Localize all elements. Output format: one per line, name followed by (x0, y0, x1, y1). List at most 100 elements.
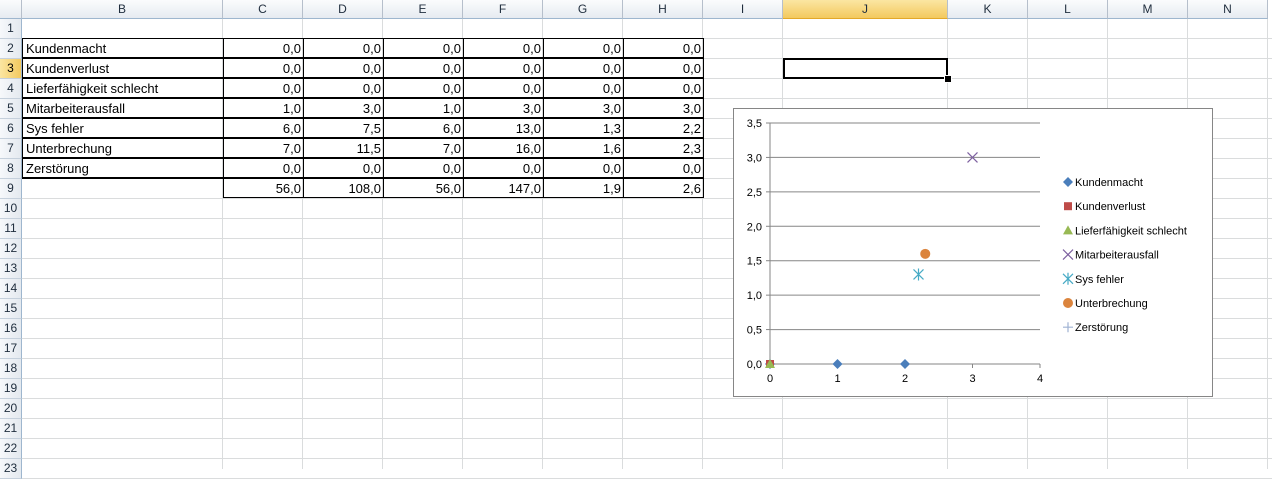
row-header-20[interactable]: 20 (0, 399, 22, 419)
value-cell[interactable]: 0,0 (223, 158, 304, 178)
value-cell[interactable]: 3,0 (303, 98, 384, 118)
row-header-8[interactable]: 8 (0, 159, 22, 179)
value-cell[interactable]: 0,0 (303, 58, 384, 78)
row-label-cell[interactable]: Mitarbeiterausfall (22, 98, 224, 118)
row-label-cell[interactable]: Kundenverlust (22, 58, 224, 78)
column-header-C[interactable]: C (223, 0, 303, 19)
row-header-5[interactable]: 5 (0, 99, 22, 119)
column-header-E[interactable]: E (383, 0, 463, 19)
value-cell[interactable]: 0,0 (543, 158, 624, 178)
row-header-18[interactable]: 18 (0, 359, 22, 379)
row-header-9[interactable]: 9 (0, 179, 22, 199)
value-cell[interactable]: 108,0 (303, 178, 384, 198)
value-cell[interactable]: 0,0 (223, 38, 304, 58)
row-header-17[interactable]: 17 (0, 339, 22, 359)
value-cell[interactable]: 7,5 (303, 118, 384, 138)
value-cell[interactable]: 0,0 (383, 58, 464, 78)
value-cell[interactable]: 0,0 (623, 158, 704, 178)
value-cell[interactable]: 0,0 (383, 38, 464, 58)
value-cell[interactable]: 3,0 (463, 98, 544, 118)
column-header-L[interactable]: L (1028, 0, 1108, 19)
row-header-22[interactable]: 22 (0, 439, 22, 459)
column-header-H[interactable]: H (623, 0, 703, 19)
value-cell[interactable]: 3,0 (623, 98, 704, 118)
value-cell[interactable]: 0,0 (463, 38, 544, 58)
value-cell[interactable]: 2,2 (623, 118, 704, 138)
row-header-14[interactable]: 14 (0, 279, 22, 299)
value-cell[interactable]: 3,0 (543, 98, 624, 118)
row-label-cell[interactable]: Lieferfähigkeit schlecht (22, 78, 224, 98)
value-cell[interactable]: 0,0 (303, 158, 384, 178)
value-cell[interactable]: 0,0 (383, 78, 464, 98)
y-tick-label: 2,0 (747, 221, 762, 233)
value-cell[interactable]: 2,6 (623, 178, 704, 198)
fill-handle[interactable] (944, 75, 952, 83)
active-cell-J3[interactable] (783, 58, 948, 79)
value-cell[interactable]: 11,5 (303, 138, 384, 158)
value-cell[interactable]: 0,0 (543, 38, 624, 58)
value-cell[interactable]: 56,0 (383, 178, 464, 198)
value-cell[interactable]: 0,0 (223, 58, 304, 78)
value-cell[interactable]: 7,0 (383, 138, 464, 158)
spreadsheet-grid[interactable]: BCDEFGHIJKLMN 1 2 3 4 5 6 7 8 9 10 11 12 13 14 15 16 17 1… (0, 0, 1272, 479)
column-header-I[interactable]: I (703, 0, 783, 19)
row-header-1[interactable]: 1 (0, 19, 22, 39)
row-label-cell[interactable] (22, 178, 224, 198)
scatter-chart[interactable]: 0,0 0,5 1,0 1,5 2,0 2,5 3,0 3,5 0 1 2 3 4 Kundenmacht… (733, 108, 1213, 397)
row-header-23[interactable]: 23 (0, 459, 22, 479)
column-header-J[interactable]: J (783, 0, 948, 19)
row-header-4[interactable]: 4 (0, 79, 22, 99)
value-cell[interactable]: 0,0 (543, 58, 624, 78)
column-header-M[interactable]: M (1108, 0, 1188, 19)
row-label-cell[interactable]: Zerstörung (22, 158, 224, 178)
value-cell[interactable]: 2,3 (623, 138, 704, 158)
row-header-21[interactable]: 21 (0, 419, 22, 439)
value-cell[interactable]: 0,0 (383, 158, 464, 178)
column-header-N[interactable]: N (1188, 0, 1268, 19)
value-cell[interactable]: 1,0 (223, 98, 304, 118)
value-cell[interactable]: 16,0 (463, 138, 544, 158)
row-header-2[interactable]: 2 (0, 39, 22, 59)
row-header-12[interactable]: 12 (0, 239, 22, 259)
data-point (900, 359, 910, 369)
row-header-7[interactable]: 7 (0, 139, 22, 159)
select-all-corner[interactable] (0, 0, 22, 19)
row-header-11[interactable]: 11 (0, 219, 22, 239)
column-header-K[interactable]: K (948, 0, 1028, 19)
row-header-19[interactable]: 19 (0, 379, 22, 399)
legend-label: Zerstörung (1075, 322, 1128, 334)
value-cell[interactable]: 147,0 (463, 178, 544, 198)
column-header-B[interactable]: B (22, 0, 223, 19)
row-label-cell[interactable]: Unterbrechung (22, 138, 224, 158)
value-cell[interactable]: 1,3 (543, 118, 624, 138)
row-header-13[interactable]: 13 (0, 259, 22, 279)
row-label-cell[interactable]: Kundenmacht (22, 38, 224, 58)
column-header-G[interactable]: G (543, 0, 623, 19)
value-cell[interactable]: 1,9 (543, 178, 624, 198)
value-cell[interactable]: 0,0 (623, 78, 704, 98)
row-header-10[interactable]: 10 (0, 199, 22, 219)
row-label-cell[interactable]: Sys fehler (22, 118, 224, 138)
row-header-6[interactable]: 6 (0, 119, 22, 139)
column-header-D[interactable]: D (303, 0, 383, 19)
row-header-16[interactable]: 16 (0, 319, 22, 339)
value-cell[interactable]: 1,0 (383, 98, 464, 118)
value-cell[interactable]: 0,0 (543, 78, 624, 98)
value-cell[interactable]: 0,0 (623, 38, 704, 58)
row-header-15[interactable]: 15 (0, 299, 22, 319)
row-header-3[interactable]: 3 (0, 59, 22, 79)
value-cell[interactable]: 0,0 (623, 58, 704, 78)
value-cell[interactable]: 0,0 (303, 38, 384, 58)
value-cell[interactable]: 6,0 (223, 118, 304, 138)
value-cell[interactable]: 0,0 (463, 158, 544, 178)
value-cell[interactable]: 6,0 (383, 118, 464, 138)
value-cell[interactable]: 0,0 (463, 58, 544, 78)
value-cell[interactable]: 13,0 (463, 118, 544, 138)
value-cell[interactable]: 1,6 (543, 138, 624, 158)
value-cell[interactable]: 0,0 (463, 78, 544, 98)
value-cell[interactable]: 7,0 (223, 138, 304, 158)
value-cell[interactable]: 56,0 (223, 178, 304, 198)
value-cell[interactable]: 0,0 (223, 78, 304, 98)
column-header-F[interactable]: F (463, 0, 543, 19)
value-cell[interactable]: 0,0 (303, 78, 384, 98)
